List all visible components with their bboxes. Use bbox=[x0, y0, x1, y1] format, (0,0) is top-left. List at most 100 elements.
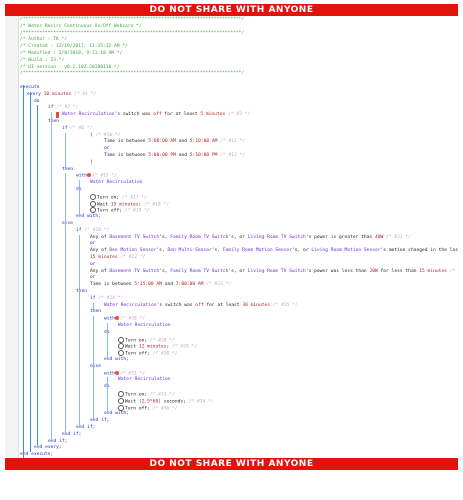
code-text: ) bbox=[90, 159, 93, 165]
device-name: Living Room TV Switch bbox=[247, 234, 306, 240]
code-line[interactable]: ( /* #10 */ bbox=[90, 133, 120, 139]
code-line[interactable]: or bbox=[104, 146, 110, 152]
statement-bullet-icon bbox=[118, 404, 124, 411]
code-line[interactable]: or bbox=[90, 275, 96, 281]
value: (2.5*60) bbox=[138, 399, 161, 405]
code-line[interactable]: /* Build : 23 */ bbox=[20, 58, 64, 64]
device-name: Water Recirculation bbox=[104, 302, 157, 308]
code-line[interactable]: with /* #26 */ bbox=[104, 316, 145, 323]
statement-id: /* #31 */ bbox=[120, 371, 145, 377]
device-error-icon bbox=[115, 316, 120, 321]
value: 5:00:00 AM bbox=[148, 139, 176, 145]
code-line[interactable]: /***************************************… bbox=[20, 17, 244, 23]
code-line[interactable]: end with; bbox=[104, 357, 129, 363]
code-line[interactable]: end with; bbox=[104, 411, 129, 417]
code-text: for at least bbox=[203, 302, 243, 308]
code-line[interactable]: or bbox=[90, 262, 96, 268]
code-line[interactable]: Water Recirculation bbox=[118, 377, 171, 383]
comment: /* Modified : 2/8/2018, 9:11:18 AM */ bbox=[20, 51, 123, 56]
statement-id: /* #51 */ bbox=[449, 268, 458, 274]
code-line[interactable]: Any of Den Motion Sensor's, Den Multi-Se… bbox=[90, 248, 458, 254]
code-line[interactable]: end if; bbox=[48, 439, 67, 445]
statement-id: /* #1 */ bbox=[71, 91, 97, 97]
keyword: then bbox=[62, 166, 74, 172]
code-text: Turn on; bbox=[125, 392, 148, 398]
comment: /* Created : 12/19/2017, 11:35:12 AM */ bbox=[20, 44, 128, 50]
statement-id: /* #23 */ bbox=[203, 282, 232, 288]
code-line[interactable]: Water Recirculation bbox=[118, 323, 171, 329]
code-text: 's, bbox=[156, 248, 168, 254]
code-line[interactable]: /* Water Recirc Continuous On/Off Webcor… bbox=[20, 24, 142, 30]
code-line[interactable]: /* UI version : v0.2.102.20180116 */ bbox=[20, 65, 120, 71]
device-name: Water Recirculation bbox=[62, 112, 115, 118]
code-line[interactable]: Water Recirculation bbox=[90, 180, 143, 186]
keyword: end if; bbox=[48, 438, 68, 444]
statement-id: /* #2 */ bbox=[53, 105, 79, 111]
code-line[interactable]: if /* #2 */ bbox=[48, 105, 78, 111]
code-line[interactable]: do bbox=[34, 99, 40, 105]
code-line[interactable]: /* Created : 12/19/2017, 11:35:12 AM */ bbox=[20, 44, 128, 50]
statement-bullet-icon bbox=[90, 193, 96, 200]
keyword: with bbox=[76, 173, 88, 179]
value: 20W bbox=[369, 268, 378, 274]
code-line[interactable]: Water Recirculation's switch was off for… bbox=[62, 112, 250, 118]
code-line[interactable]: with /* #15 */ bbox=[76, 173, 117, 180]
code-line[interactable]: /* Author : TK */ bbox=[20, 37, 67, 43]
block-nesting-bar bbox=[37, 105, 39, 446]
code-line[interactable]: /***************************************… bbox=[20, 31, 244, 37]
code-line[interactable]: else bbox=[90, 364, 101, 370]
code-line[interactable]: if /* #20 */ bbox=[76, 228, 109, 234]
code-line[interactable]: then bbox=[62, 167, 73, 173]
value: 5:00:00 PM bbox=[148, 153, 176, 158]
code-line[interactable]: or bbox=[90, 241, 96, 247]
code-text: Turn on; bbox=[97, 195, 120, 201]
code-text: 's motion changed in the last bbox=[380, 248, 458, 254]
code-line[interactable]: if /* #24 */ bbox=[90, 296, 123, 302]
code-line[interactable]: Any of Basement TV Switch's, Family Room… bbox=[90, 269, 458, 275]
code-line[interactable]: end if; bbox=[76, 425, 95, 431]
value: 7:00:00 AM bbox=[175, 282, 204, 288]
code-line[interactable]: ) bbox=[90, 160, 93, 166]
code-line[interactable]: Water Recirculation's switch was off for… bbox=[104, 303, 298, 309]
keyword: end execute; bbox=[20, 452, 54, 458]
statement-id: /* #25 */ bbox=[270, 302, 298, 308]
value: 5:10:00 PM bbox=[189, 153, 218, 158]
code-line[interactable]: end with; bbox=[76, 214, 101, 220]
code-text: for at least bbox=[161, 112, 201, 118]
keyword: end with; bbox=[76, 214, 101, 220]
code-text: 's power is greater than bbox=[305, 234, 375, 240]
code-line[interactable]: Any of Basement TV Switch's, Family Room… bbox=[90, 235, 411, 241]
code-line[interactable]: 15 minutes /* #22 */ bbox=[90, 255, 145, 261]
code-text: and bbox=[175, 139, 190, 145]
code-line[interactable]: then bbox=[48, 119, 59, 125]
statement-id: /* #36 */ bbox=[149, 406, 178, 412]
code-line[interactable]: if /* #6 */ bbox=[62, 126, 92, 132]
device-name: Basement TV Switch bbox=[109, 234, 160, 240]
block-nesting-bar bbox=[23, 85, 25, 458]
code-line[interactable]: /***************************************… bbox=[20, 71, 244, 77]
warning-banner-bottom: DO NOT SHARE WITH ANYONE bbox=[5, 458, 458, 470]
code-line[interactable]: Time is between 5:00:00 PM and 5:10:00 P… bbox=[104, 153, 245, 159]
code-line[interactable]: then bbox=[90, 309, 101, 315]
code-text: Time is between bbox=[90, 282, 135, 288]
statement-id: /* #13 */ bbox=[217, 153, 246, 158]
statement-bullet-icon bbox=[118, 350, 124, 357]
code-line[interactable]: then bbox=[76, 289, 87, 295]
code-line[interactable]: else bbox=[62, 221, 73, 227]
code-line[interactable]: Time is between 5:00:00 AM and 5:10:00 A… bbox=[104, 139, 245, 145]
block-nesting-bar bbox=[107, 323, 108, 357]
statement-id: /* #10 */ bbox=[95, 132, 121, 138]
block-nesting-bar bbox=[107, 377, 108, 412]
code-line[interactable]: end if; bbox=[90, 418, 109, 424]
code-line[interactable]: every 10 minutes /* #1 */ bbox=[27, 92, 96, 98]
code-line[interactable]: Time is between 5:15:00 AM and 7:00:00 A… bbox=[90, 282, 231, 288]
keyword: with bbox=[104, 316, 116, 322]
device-name: Den Motion Sensor bbox=[109, 248, 157, 254]
code-line[interactable]: /* Modified : 2/8/2018, 9:11:18 AM */ bbox=[20, 51, 122, 57]
code-text: Time is between bbox=[104, 153, 149, 158]
device-name: Family Room TV Switch bbox=[170, 268, 229, 274]
code-text: Turn on; bbox=[125, 338, 148, 344]
statement-id: /* #3 */ bbox=[225, 112, 251, 118]
code-line[interactable]: end every; bbox=[34, 445, 62, 451]
code-line[interactable]: end if; bbox=[62, 432, 81, 438]
